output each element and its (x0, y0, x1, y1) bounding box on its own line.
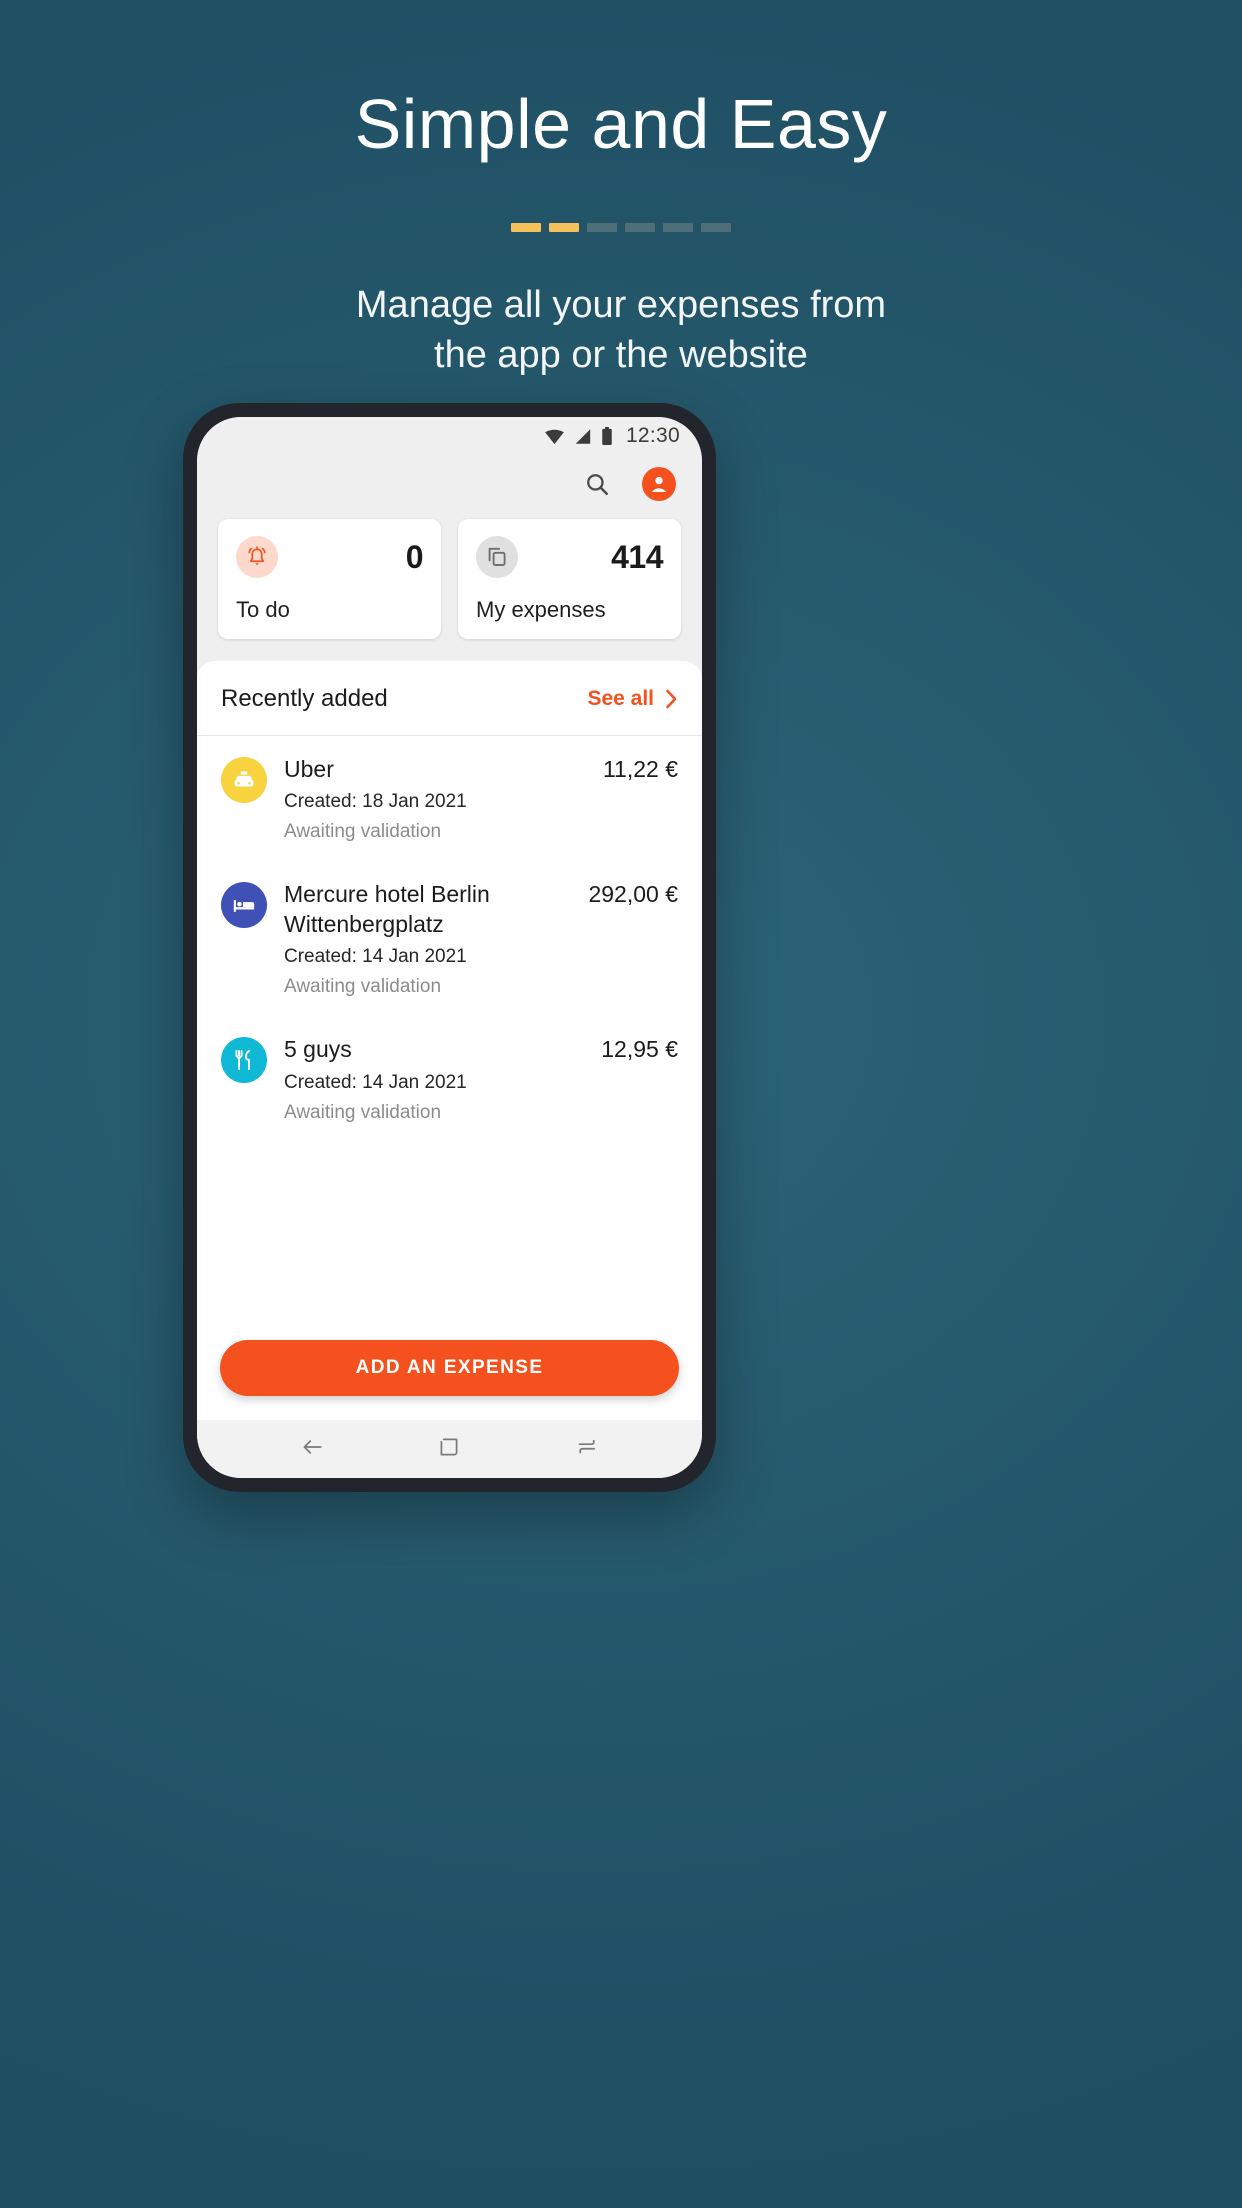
list-item-row: 5 guys 12,95 € (284, 1035, 678, 1064)
phone-mockup: 12:30 0 To do 414 My expenses Recently a… (183, 403, 716, 1492)
expense-title: Uber (284, 756, 334, 782)
pagination-dot-5[interactable] (663, 223, 693, 232)
expense-status: Awaiting validation (284, 1101, 442, 1123)
promo-subtitle: Manage all your expenses from the app or… (0, 280, 1242, 380)
restaurant-cutlery-icon (221, 1037, 267, 1084)
recently-added-sheet: Recently added See all Uber 11,22 € Crea… (197, 661, 702, 1420)
stat-card-my-expenses-label: My expenses (476, 597, 606, 622)
carousel-pagination[interactable] (0, 223, 1242, 232)
status-bar-time: 12:30 (625, 424, 680, 447)
cta-container: ADD AN EXPENSE (197, 1340, 702, 1420)
app-bar (197, 455, 702, 513)
stat-card-todo-label: To do (236, 597, 290, 622)
list-item-body: 5 guys 12,95 € Created: 14 Jan 2021 Awai… (284, 1035, 678, 1123)
add-an-expense-button[interactable]: ADD AN EXPENSE (220, 1340, 679, 1396)
recent-apps-icon[interactable] (574, 1434, 600, 1465)
taxi-car-icon (221, 757, 267, 803)
back-arrow-icon[interactable] (299, 1434, 325, 1465)
list-item-body: Uber 11,22 € Created: 18 Jan 2021 Awaiti… (284, 755, 678, 843)
list-item[interactable]: Uber 11,22 € Created: 18 Jan 2021 Awaiti… (197, 736, 702, 861)
recently-added-title: Recently added (221, 685, 388, 712)
expense-amount: 12,95 € (601, 1036, 678, 1063)
expense-created-date: Created: 14 Jan 2021 (284, 946, 467, 968)
recently-added-header: Recently added See all (197, 661, 702, 736)
stat-card-my-expenses-value: 414 (611, 538, 663, 575)
list-item-row: Uber 11,22 € (284, 755, 678, 784)
see-all-label: See all (587, 687, 654, 710)
pagination-dot-6[interactable] (701, 223, 731, 232)
copy-stack-icon (476, 536, 518, 578)
expense-amount: 292,00 € (588, 881, 678, 908)
pagination-dot-3[interactable] (587, 223, 617, 232)
expense-created-date: Created: 14 Jan 2021 (284, 1071, 467, 1093)
pagination-dot-1[interactable] (511, 223, 541, 232)
expense-list: Uber 11,22 € Created: 18 Jan 2021 Awaiti… (197, 736, 702, 1340)
stat-card-my-expenses-top: 414 (476, 536, 663, 578)
expense-title: Mercure hotel Berlin Wittenbergplatz (284, 881, 490, 937)
expense-status: Awaiting validation (284, 976, 442, 998)
expense-amount: 11,22 € (602, 756, 678, 782)
page-title: Simple and Easy (354, 85, 888, 163)
battery-icon (602, 426, 612, 445)
bell-alert-icon (236, 536, 278, 578)
expense-created-date: Created: 18 Jan 2021 (284, 791, 467, 813)
pagination-dot-2[interactable] (549, 223, 579, 232)
list-item[interactable]: Mercure hotel Berlin Wittenbergplatz 292… (197, 861, 702, 1016)
android-navigation-bar (197, 1420, 702, 1478)
home-square-icon[interactable] (436, 1434, 462, 1465)
cellular-signal-icon (575, 428, 591, 444)
chevron-right-icon (666, 689, 677, 709)
list-item[interactable]: 5 guys 12,95 € Created: 14 Jan 2021 Awai… (197, 1016, 702, 1141)
see-all-button[interactable]: See all (587, 687, 678, 711)
stat-card-my-expenses[interactable]: 414 My expenses (458, 519, 681, 639)
stat-card-todo-value: 0 (405, 538, 424, 575)
pagination-dot-4[interactable] (625, 223, 655, 232)
list-item-row: Mercure hotel Berlin Wittenbergplatz 292… (284, 880, 678, 939)
hotel-bed-icon (221, 882, 267, 929)
status-bar: 12:30 (197, 417, 702, 455)
list-item-body: Mercure hotel Berlin Wittenbergplatz 292… (284, 880, 678, 998)
phone-screen: 12:30 0 To do 414 My expenses Recently a… (197, 417, 702, 1478)
wifi-icon (545, 429, 564, 444)
expense-title: 5 guys (284, 1036, 352, 1063)
account-avatar-icon[interactable] (642, 467, 676, 501)
stats-row: 0 To do 414 My expenses (197, 513, 702, 661)
expense-status: Awaiting validation (284, 821, 442, 843)
stat-card-todo-top: 0 (236, 536, 424, 578)
search-icon[interactable] (584, 471, 610, 497)
promo-subtitle-line1: Manage all your expenses from (355, 284, 887, 326)
stat-card-todo[interactable]: 0 To do (218, 519, 441, 639)
promo-header: Simple and Easy Manage all your expenses… (0, 0, 1242, 380)
promo-subtitle-line2: the app or the website (434, 334, 808, 377)
